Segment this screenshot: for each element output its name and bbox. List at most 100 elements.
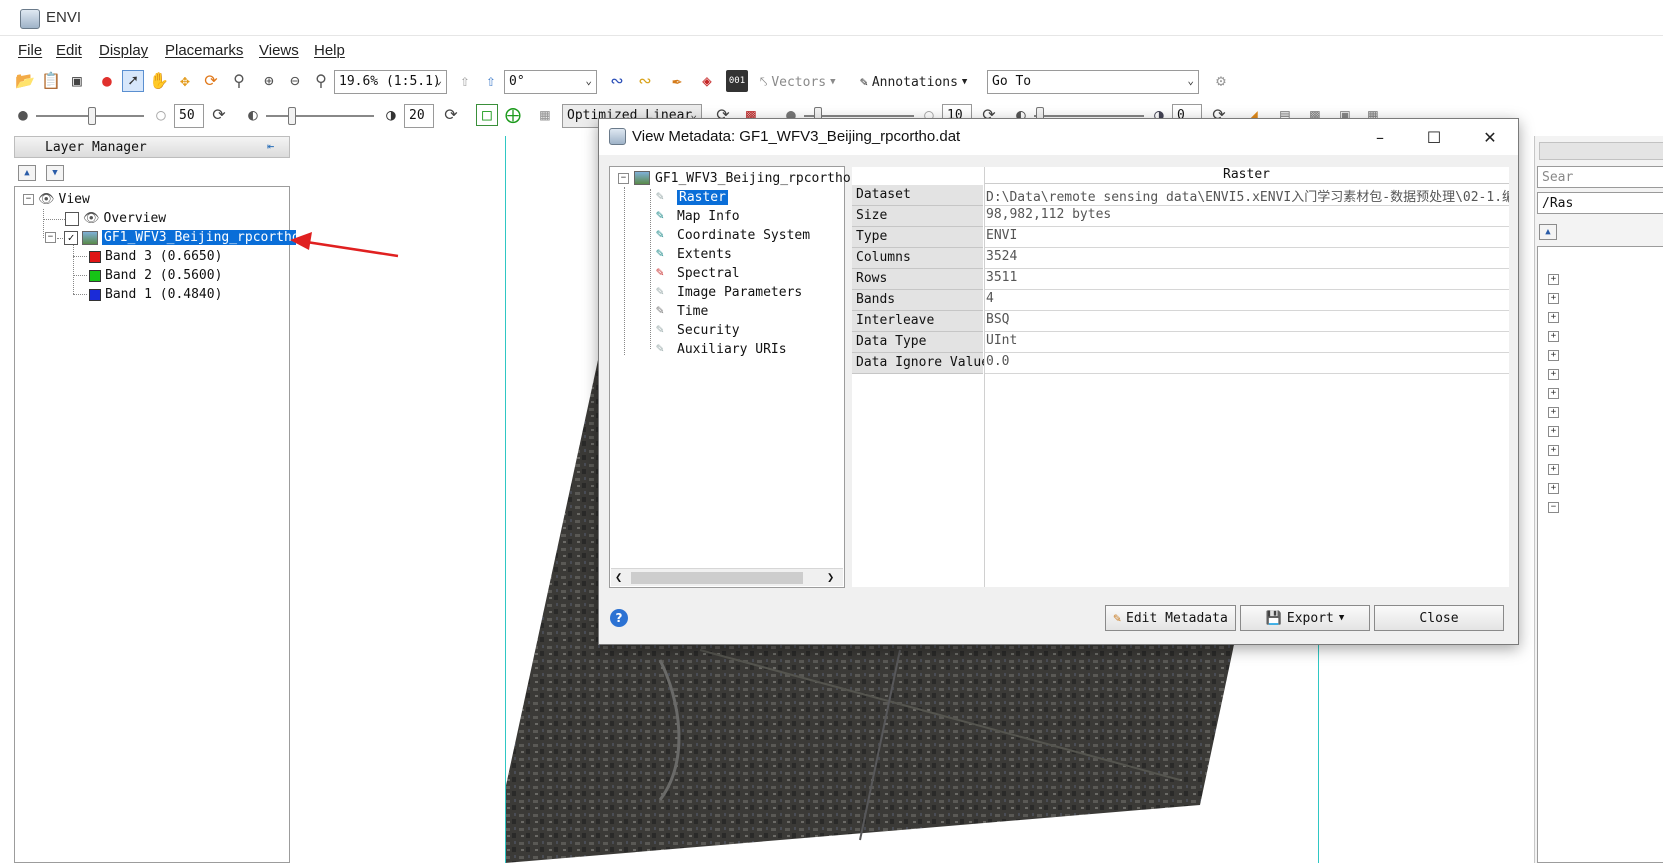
close-icon[interactable]: ✕ [1463, 119, 1517, 155]
table-row[interactable]: Size 98,982,112 bytes [852, 206, 1509, 227]
table-row[interactable]: Rows 3511 [852, 269, 1509, 290]
collapse-all-icon[interactable]: ▲ [18, 165, 36, 181]
help-icon[interactable]: ? [610, 609, 628, 627]
export-button[interactable]: 💾 Export ▼ [1240, 605, 1370, 631]
expand-toggle[interactable]: + [1548, 350, 1559, 361]
zoom-out-icon[interactable]: ⊖ [284, 70, 306, 92]
expand-toggle[interactable]: + [1548, 483, 1559, 494]
tree-row-band-2[interactable]: Band 2 (0.5600) [89, 266, 222, 285]
rotate-image-icon[interactable]: ⇧ [480, 70, 502, 92]
reset-brightness-icon[interactable]: ⟳ [208, 104, 230, 126]
metadata-tree-root[interactable]: − GF1_WFV3_Beijing_rpcortho. [618, 169, 859, 187]
menu-file[interactable]: File [18, 42, 42, 59]
roi-tool-icon[interactable]: ◈ [696, 70, 718, 92]
brightness-slider[interactable] [36, 104, 144, 128]
metadata-tree-item-spectral[interactable]: ✎ Spectral [656, 264, 740, 282]
table-row[interactable]: Columns 3524 [852, 248, 1509, 269]
brightness-value-field[interactable]: 50 [174, 104, 204, 128]
spectral-profile-icon[interactable]: ∾ [606, 70, 628, 92]
metadata-tree-item-time[interactable]: ✎ Time [656, 302, 708, 320]
expand-toggle[interactable]: + [1548, 312, 1559, 323]
metadata-tree-item-security[interactable]: ✎ Security [656, 321, 740, 339]
open-folder-icon[interactable]: 📂 [14, 70, 36, 92]
tree-row-overview[interactable]: 👁 Overview [65, 209, 166, 228]
scrollbar-thumb[interactable] [631, 572, 803, 584]
expand-toggle[interactable]: + [1548, 445, 1559, 456]
toolbox-search-input[interactable]: Sear [1537, 166, 1663, 188]
collapse-toggle[interactable]: − [618, 172, 629, 184]
expand-toggle[interactable]: + [1548, 369, 1559, 380]
metadata-tree-item-image-parameters[interactable]: ✎ Image Parameters [656, 283, 802, 301]
slider-thumb[interactable] [288, 107, 296, 125]
menu-edit[interactable]: Edit [56, 42, 82, 59]
data-manager-icon[interactable]: 📋 [40, 70, 62, 92]
vectors-menu-button[interactable]: ⤣ Vectors ▼ [760, 70, 836, 94]
tree-row-layer[interactable]: − ✓ GF1_WFV3_Beijing_rpcortho [45, 228, 302, 247]
rotate-icon[interactable]: ⟳ [200, 70, 222, 92]
collapse-toggle[interactable]: − [23, 194, 34, 205]
menu-views[interactable]: Views [259, 42, 299, 59]
metadata-tree-item-auxiliary-uris[interactable]: ✎ Auxiliary URIs [656, 340, 787, 358]
expand-toggle[interactable]: + [1548, 426, 1559, 437]
pan-hand-icon[interactable]: ✋ [148, 70, 170, 92]
metadata-tree-item-extents[interactable]: ✎ Extents [656, 245, 732, 263]
stretch-icon[interactable]: ⨁ [502, 104, 524, 126]
scroll-right-icon[interactable]: ❯ [827, 570, 834, 584]
measure-icon[interactable]: ✒ [666, 70, 688, 92]
minimize-icon[interactable]: – [1353, 119, 1407, 155]
contrast-value-field[interactable]: 20 [404, 104, 434, 128]
table-row[interactable]: Type ENVI [852, 227, 1509, 248]
expand-toggle[interactable]: + [1548, 464, 1559, 475]
table-row[interactable]: Dataset D:\Data\remote sensing data\ENVI… [852, 185, 1509, 206]
spectral-plot-icon[interactable]: ∾ [634, 70, 656, 92]
tree-row-view[interactable]: − 👁 View [23, 190, 90, 209]
expand-toggle[interactable]: + [1548, 407, 1559, 418]
pixel-locator-icon[interactable]: 001 [726, 70, 748, 92]
collapse-toggle[interactable]: − [45, 232, 56, 243]
close-button[interactable]: Close [1374, 605, 1504, 631]
slider-thumb[interactable] [88, 107, 96, 125]
settings-gear-icon[interactable]: ⚙ [1210, 70, 1232, 92]
edit-metadata-button[interactable]: ✎ Edit Metadata [1105, 605, 1236, 631]
menu-placemarks[interactable]: Placemarks [165, 42, 243, 59]
zoom-in-icon[interactable]: ⊕ [258, 70, 280, 92]
table-row[interactable]: Interleave BSQ [852, 311, 1509, 332]
layer-checkbox[interactable]: ✓ [64, 230, 78, 245]
expand-toggle[interactable]: − [1548, 502, 1559, 513]
dialog-titlebar[interactable]: View Metadata: GF1_WFV3_Beijing_rpcortho… [599, 119, 1518, 155]
expand-toggle[interactable]: + [1548, 293, 1559, 304]
metadata-tree-item-coordinate-system[interactable]: ✎ Coordinate System [656, 226, 810, 244]
horizontal-scrollbar[interactable]: ❮ ❯ [611, 568, 843, 586]
tree-row-band-1[interactable]: Band 1 (0.4840) [89, 285, 222, 304]
collapse-all-icon[interactable]: ▲ [1539, 224, 1557, 240]
metadata-tree-item-raster[interactable]: ✎ Raster [656, 188, 728, 206]
overview-checkbox[interactable] [65, 211, 79, 226]
table-row[interactable]: Data Ignore Value 0.0 [852, 353, 1509, 374]
annotations-menu-button[interactable]: ✎ Annotations ▼ [860, 70, 967, 94]
histogram-icon[interactable]: ▦ [534, 104, 556, 126]
toolbox-path-field[interactable]: /Ras [1537, 192, 1663, 214]
dock-pin-icon[interactable]: ⇤ [267, 139, 283, 155]
zoom-level-dropdown[interactable]: 19.6% (1:5.1) ⌄ [334, 70, 447, 94]
placemark-pin-icon[interactable]: ● [96, 70, 118, 92]
table-row[interactable]: Data Type UInt [852, 332, 1509, 353]
rotation-dropdown[interactable]: 0° ⌄ [504, 70, 597, 94]
fly-icon[interactable]: ✥ [174, 70, 196, 92]
north-up-icon[interactable]: ⇧ [454, 70, 476, 92]
menu-help[interactable]: Help [314, 42, 345, 59]
fit-extent-icon[interactable]: □ [476, 104, 498, 126]
maximize-icon[interactable]: ☐ [1407, 119, 1461, 155]
expand-toggle[interactable]: + [1548, 331, 1559, 342]
scroll-left-icon[interactable]: ❮ [615, 570, 622, 584]
select-cursor-icon[interactable]: ➚ [122, 70, 144, 92]
goto-dropdown[interactable]: Go To ⌄ [987, 70, 1199, 94]
zoom-icon[interactable]: ⚲ [228, 70, 250, 92]
tree-row-band-3[interactable]: Band 3 (0.6650) [89, 247, 222, 266]
table-row[interactable]: Bands 4 [852, 290, 1509, 311]
expand-toggle[interactable]: + [1548, 388, 1559, 399]
menu-display[interactable]: Display [99, 42, 148, 59]
metadata-tree-item-map-info[interactable]: ✎ Map Info [656, 207, 740, 225]
reset-contrast-icon[interactable]: ⟳ [440, 104, 462, 126]
crop-icon[interactable]: ▣ [66, 70, 88, 92]
contrast-slider[interactable] [266, 104, 374, 128]
